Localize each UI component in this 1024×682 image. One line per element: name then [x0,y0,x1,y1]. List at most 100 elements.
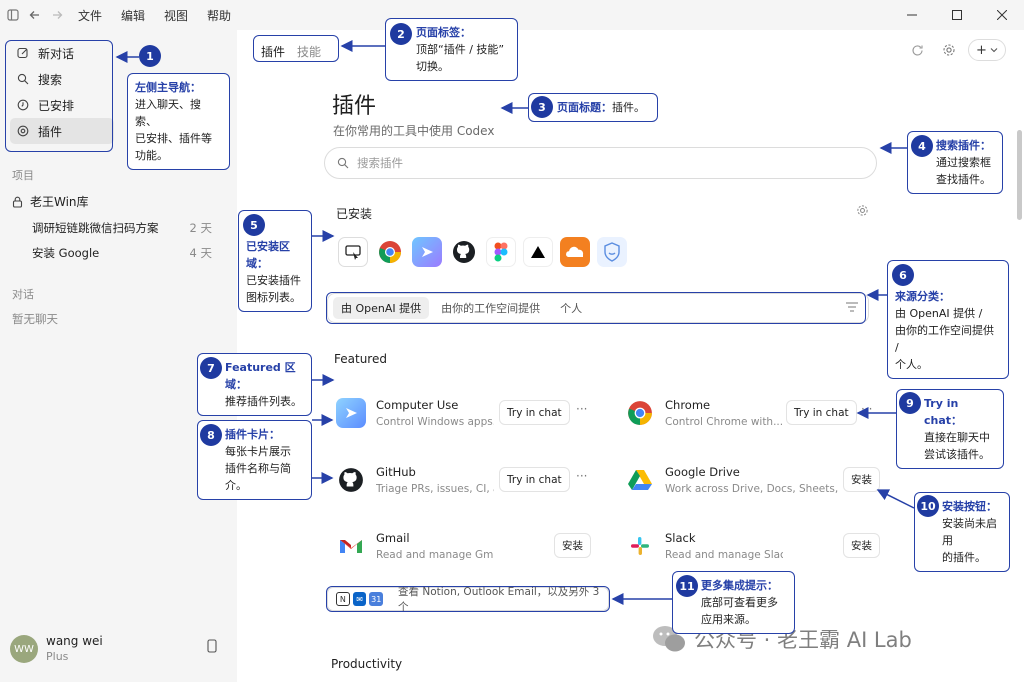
avatar: WW [10,635,38,663]
annotation-body: 底部可查看更多 应用来源。 [701,596,778,626]
phone-icon[interactable] [207,639,217,656]
plugin-description: Work across Drive, Docs, Sheets, and... [665,483,840,495]
gear-icon[interactable] [936,39,962,61]
installed-plugins [338,237,634,267]
lock-icon [12,196,23,208]
annotation-body: 每张卡片展示 插件名称与简介。 [225,445,291,492]
try-in-chat-button[interactable]: Try in chat [786,400,857,425]
annotation-title: 页面标题： [557,101,612,114]
annotation-body: 安装尚未启用 的插件。 [942,517,997,564]
vercel-icon[interactable] [523,237,553,267]
annotation-badge: 5 [243,214,265,236]
annotation-body: 插件。 [612,101,645,114]
refresh-icon[interactable] [904,39,930,61]
plugin-card-github[interactable]: GitHub Triage PRs, issues, CI, an... Try… [336,461,598,501]
google-drive-icon [625,465,655,495]
menu-edit[interactable]: 编辑 [121,7,145,24]
figma-icon[interactable] [486,237,516,267]
github-icon[interactable] [449,237,479,267]
annotation-title: 安装按钮： [942,500,997,513]
github-icon [336,465,366,495]
productivity-heading: Productivity [331,657,403,671]
plugin-name: Google Drive [665,465,740,479]
user-plan: Plus [46,650,69,663]
menu-help[interactable]: 帮助 [207,7,231,24]
annotation-body: 通过搜索框 查找插件。 [936,156,991,186]
try-in-chat-button[interactable]: Try in chat [499,400,570,425]
annotation-badge: 2 [390,23,412,45]
close-icon[interactable] [979,0,1024,30]
annotation-body: 已安装插件 图标列表。 [246,274,301,304]
page-title: 插件 [332,94,377,119]
plugin-card-slack[interactable]: Slack Read and manage Slack 安装 [625,527,887,567]
plugin-card-google-drive[interactable]: Google Drive Work across Drive, Docs, Sh… [625,461,887,501]
plugin-description: Read and manage Gmail [376,549,494,561]
highlight-tabs [253,35,339,62]
menu-view[interactable]: 视图 [164,7,188,24]
search-input[interactable] [357,156,837,170]
plugin-card-computer-use[interactable]: Computer Use Control Windows apps... Try… [336,394,598,434]
install-button[interactable]: 安装 [843,467,880,492]
chat-title: 安装 Google [32,246,100,260]
sidebar-toggle-icon[interactable] [2,4,24,26]
annotation-title: 插件卡片： [225,428,280,441]
user-profile[interactable]: WW wang wei Plus [10,633,103,665]
maximize-icon[interactable] [934,0,979,30]
plugin-name: Chrome [665,398,711,412]
search-icon [337,157,349,169]
shield-smile-icon[interactable] [597,237,627,267]
annotation-badge: 6 [892,264,914,286]
plugin-search[interactable] [324,147,877,179]
plugin-card-chrome[interactable]: Chrome Control Chrome with... Try in cha… [625,394,887,434]
more-options-icon[interactable]: ··· [576,402,587,416]
menu-bar: 文件 编辑 视图 帮助 [78,7,250,24]
annotation-body: 推荐插件列表。 [225,395,302,408]
annotation-badge: 9 [899,392,921,414]
annotation-badge: 10 [917,495,939,517]
back-arrow-icon[interactable] [24,4,46,26]
scrollbar[interactable] [1017,130,1022,220]
annotation-title: 更多集成提示： [701,579,778,592]
chrome-icon[interactable] [375,237,405,267]
annotation-badge: 1 [139,45,161,67]
annotation-body: 由 OpenAI 提供 / 由你的工作空间提供 / 个人。 [895,307,994,371]
highlight-source [326,292,866,324]
try-in-chat-button[interactable]: Try in chat [499,467,570,492]
chat-row[interactable]: 调研短链跳微信扫码方案 2 天 [32,220,212,236]
forward-arrow-icon[interactable] [46,4,68,26]
annotation-title: 页面标签： [416,26,471,39]
plugin-name: GitHub [376,465,416,479]
plugin-card-gmail[interactable]: Gmail Read and manage Gmail 安装 [336,527,598,567]
plus-icon: + [976,42,987,58]
minimize-icon[interactable] [889,0,934,30]
plugin-name: Gmail [376,531,410,545]
plugin-name: Computer Use [376,398,459,412]
annotation-badge: 7 [200,357,222,379]
install-button[interactable]: 安装 [843,533,880,558]
installed-heading: 已安装 [336,207,373,221]
install-button[interactable]: 安装 [554,533,591,558]
annotation-body: 进入聊天、搜索、 已安排、插件等 功能。 [135,98,212,162]
annotation-badge: 11 [676,575,698,597]
plugin-description: Control Chrome with... [665,416,783,428]
highlight-more [326,586,610,612]
annotation-body: 直接在聊天中 尝试该插件。 [924,431,990,461]
menu-file[interactable]: 文件 [78,7,102,24]
project-item[interactable]: 老王Win库 [12,193,89,210]
annotation-body: 顶部“插件 / 技能” 切换。 [416,43,505,73]
chat-row[interactable]: 安装 Google 4 天 [32,245,212,261]
add-plugin-button[interactable]: + [968,39,1006,61]
more-options-icon[interactable]: ··· [576,469,587,483]
gear-icon[interactable] [856,204,869,220]
chat-age: 4 天 [189,246,212,260]
plugin-description: Control Windows apps... [376,416,494,428]
cloudflare-icon[interactable] [560,237,590,267]
computer-use-icon [336,398,366,428]
chat-age: 2 天 [189,221,212,235]
slack-icon [625,531,655,561]
more-options-icon[interactable]: ··· [861,402,872,416]
gmail-icon [336,531,366,561]
chrome-icon [625,398,655,428]
codex-icon[interactable] [412,237,442,267]
computer-use-icon[interactable] [338,237,368,267]
